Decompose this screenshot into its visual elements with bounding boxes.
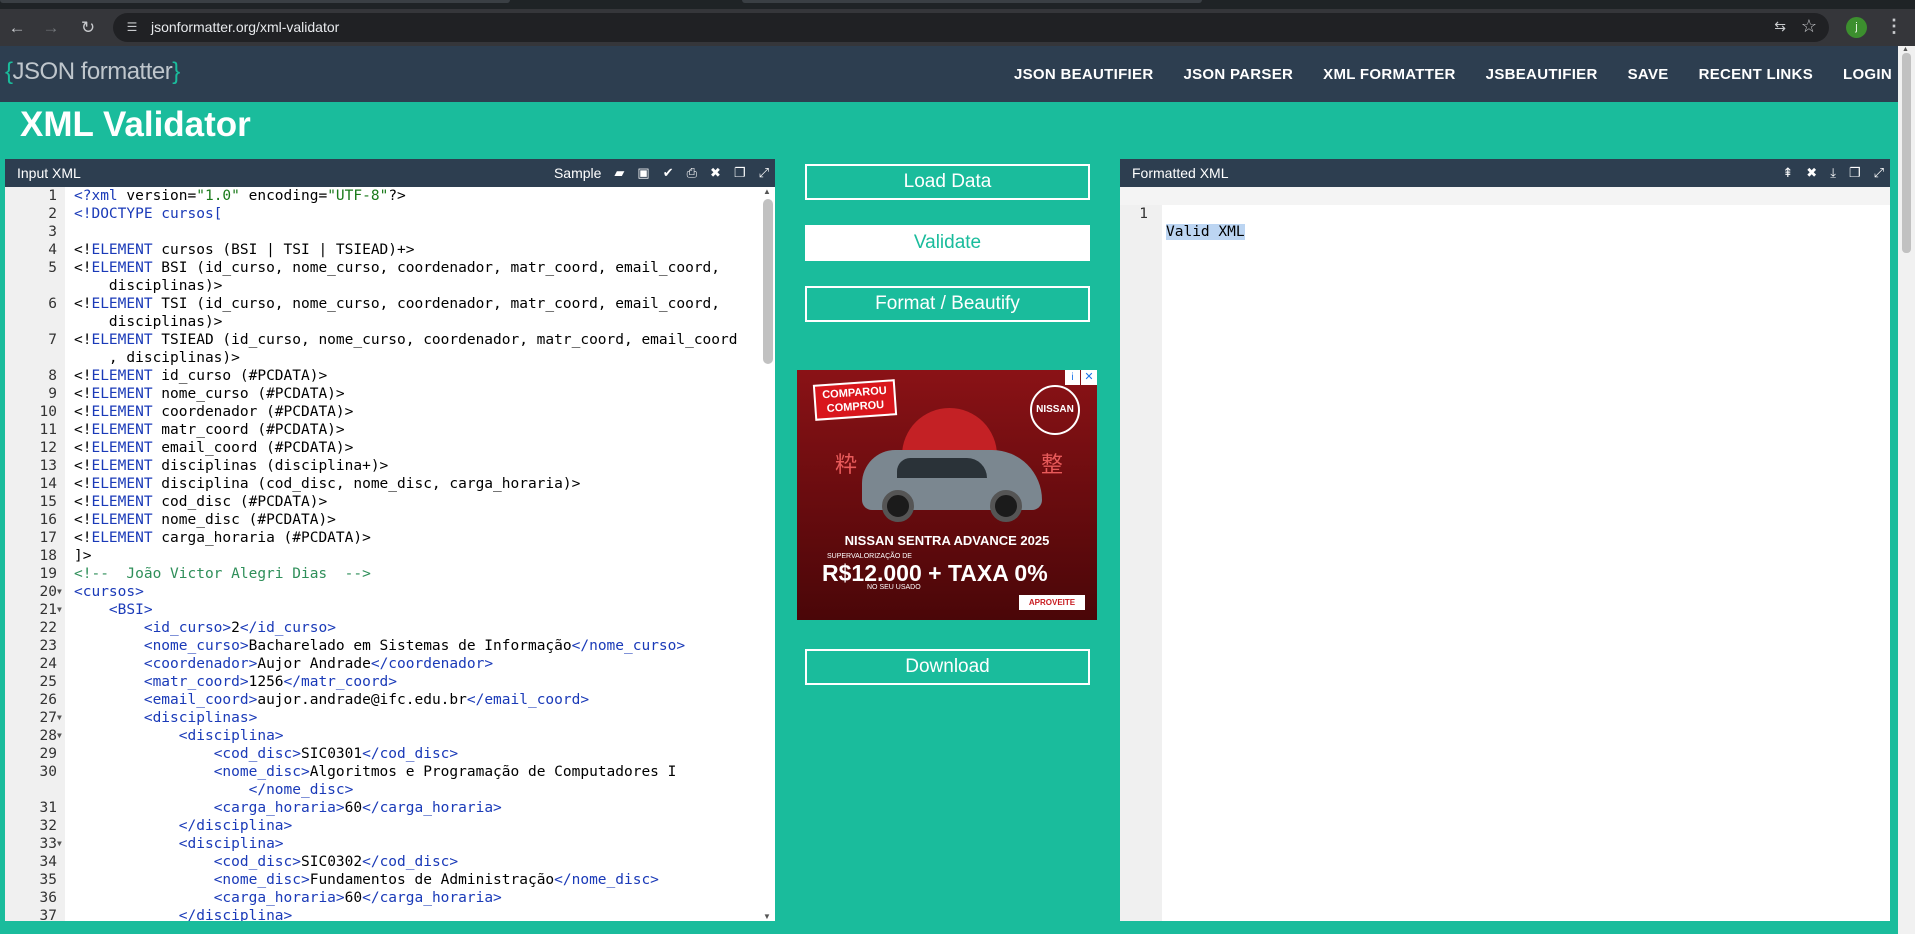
ad-kanji-left: 粋 <box>835 452 858 477</box>
sample-button[interactable]: Sample <box>554 165 601 181</box>
site-logo[interactable]: {JSON formatter} <box>5 58 180 86</box>
nissan-advertisement[interactable]: COMPAROU COMPROU NISSAN 粋 整 NISSAN SENTR… <box>797 370 1097 620</box>
nissan-logo: NISSAN <box>1030 385 1080 435</box>
logo-text: JSON formatter <box>12 58 173 85</box>
translate-icon[interactable]: ⇆ <box>1774 18 1786 35</box>
ad-usado: NO SEU USADO <box>867 584 921 591</box>
input-toolbar: Sample ▰ ▣ ✔ ⎙ ✖ ❐ ⤢ <box>554 159 769 187</box>
copy-icon[interactable]: ❐ <box>734 165 746 181</box>
car-image <box>862 450 1042 522</box>
star-icon[interactable]: ☆ <box>1801 16 1817 37</box>
nav-login[interactable]: LOGIN <box>1843 66 1892 83</box>
output-panel-title: Formatted XML <box>1132 165 1229 181</box>
ad-kanji-right: 整 <box>1041 452 1064 477</box>
valid-xml-result: Valid XML <box>1166 224 1245 240</box>
tab-strip <box>0 0 1915 9</box>
validate-check-icon[interactable]: ✔ <box>663 165 674 181</box>
fullscreen-icon[interactable]: ⤢ <box>1874 165 1884 181</box>
input-panel-header: Input XML Sample ▰ ▣ ✔ ⎙ ✖ ❐ ⤢ <box>5 159 775 187</box>
input-panel-title: Input XML <box>17 165 81 181</box>
site-header: {JSON formatter} JSON BEAUTIFIER JSON PA… <box>0 46 1898 102</box>
kebab-icon[interactable]: ⋮ <box>1885 16 1903 37</box>
scrollbar-thumb[interactable] <box>1902 53 1911 253</box>
validate-button[interactable]: Validate <box>805 225 1090 261</box>
editor-scrollbar-thumb[interactable] <box>763 199 773 364</box>
ad-cta-button[interactable]: APROVEITE <box>1019 595 1085 610</box>
save-icon[interactable]: ▣ <box>637 165 649 181</box>
profile-avatar[interactable]: j <box>1846 17 1867 38</box>
download-button[interactable]: Download <box>805 649 1090 685</box>
scroll-up-icon[interactable]: ▲ <box>763 187 771 196</box>
ad-badge: COMPAROU COMPROU <box>812 379 898 421</box>
formatted-xml-panel: Formatted XML ⇞ ✖ ⤓ ❐ ⤢ 1 Valid XML <box>1120 159 1890 921</box>
nav-jsbeautifier[interactable]: JSBEAUTIFIER <box>1486 66 1598 83</box>
logo-brace-right: } <box>172 58 180 85</box>
logo-brace-left: { <box>5 58 13 85</box>
car-wheel <box>882 490 914 522</box>
top-nav: JSON BEAUTIFIER JSON PARSER XML FORMATTE… <box>984 46 1892 102</box>
clear-icon[interactable]: ✖ <box>1806 165 1817 181</box>
ad-price: R$12.000 + TAXA 0% <box>822 560 1048 586</box>
editor-scrollbar[interactable]: ▲ ▼ <box>760 187 775 921</box>
input-xml-panel: Input XML Sample ▰ ▣ ✔ ⎙ ✖ ❐ ⤢ 1 <?xml ve… <box>5 159 775 921</box>
formatted-xml-editor[interactable]: 1 Valid XML <box>1120 187 1890 921</box>
ad-model: NISSAN SENTRA ADVANCE 2025 <box>844 533 1050 548</box>
load-data-button[interactable]: Load Data <box>805 164 1090 200</box>
copy-icon[interactable]: ❐ <box>1849 165 1861 181</box>
output-toolbar: ⇞ ✖ ⤓ ❐ ⤢ <box>1769 159 1884 187</box>
nav-json-beautifier[interactable]: JSON BEAUTIFIER <box>1014 66 1154 83</box>
car-wheel <box>990 490 1022 522</box>
nav-xml-formatter[interactable]: XML FORMATTER <box>1323 66 1456 83</box>
tab-indicator <box>742 0 1202 3</box>
output-panel-header: Formatted XML ⇞ ✖ ⤓ ❐ ⤢ <box>1120 159 1890 187</box>
site-info-icon[interactable]: ☰ <box>124 19 140 35</box>
car-window <box>897 458 987 478</box>
address-bar[interactable]: ☰ jsonformatter.org/xml-validator ⇆ ☆ <box>113 13 1829 42</box>
download-icon[interactable]: ⤓ <box>1830 165 1836 181</box>
ad-close-icon[interactable]: ✕ <box>1081 370 1097 385</box>
url-text[interactable]: jsonformatter.org/xml-validator <box>151 19 339 35</box>
open-file-icon[interactable]: ▰ <box>614 165 624 181</box>
nav-save[interactable]: SAVE <box>1628 66 1669 83</box>
scroll-down-icon[interactable]: ▼ <box>763 912 771 921</box>
adchoices-icon[interactable]: i <box>1065 370 1080 385</box>
print-icon[interactable]: ⎙ <box>687 165 697 181</box>
format-beautify-button[interactable]: Format / Beautify <box>805 286 1090 322</box>
ad-supervalorizacao: SUPERVALORIZAÇÃO DE <box>827 553 912 560</box>
page-title: XML Validator <box>20 105 251 144</box>
forward-icon[interactable]: → <box>40 17 62 39</box>
tab-indicator <box>0 0 510 3</box>
collapse-icon[interactable]: ⇞ <box>1782 165 1793 181</box>
fullscreen-icon[interactable]: ⤢ <box>759 165 769 181</box>
line-number: 1 <box>1139 206 1148 222</box>
page-scrollbar[interactable]: ▲ <box>1898 46 1915 934</box>
scroll-up-icon[interactable]: ▲ <box>1902 46 1909 53</box>
clear-icon[interactable]: ✖ <box>710 165 721 181</box>
input-xml-editor[interactable]: 1 <?xml version="1.0" encoding="UTF-8"?> … <box>5 187 775 921</box>
reload-icon[interactable]: ↻ <box>77 17 99 39</box>
nav-recent-links[interactable]: RECENT LINKS <box>1699 66 1813 83</box>
back-icon[interactable]: ← <box>6 17 28 39</box>
nav-json-parser[interactable]: JSON PARSER <box>1183 66 1293 83</box>
browser-toolbar: ← → ↻ ☰ jsonformatter.org/xml-validator … <box>0 9 1915 46</box>
